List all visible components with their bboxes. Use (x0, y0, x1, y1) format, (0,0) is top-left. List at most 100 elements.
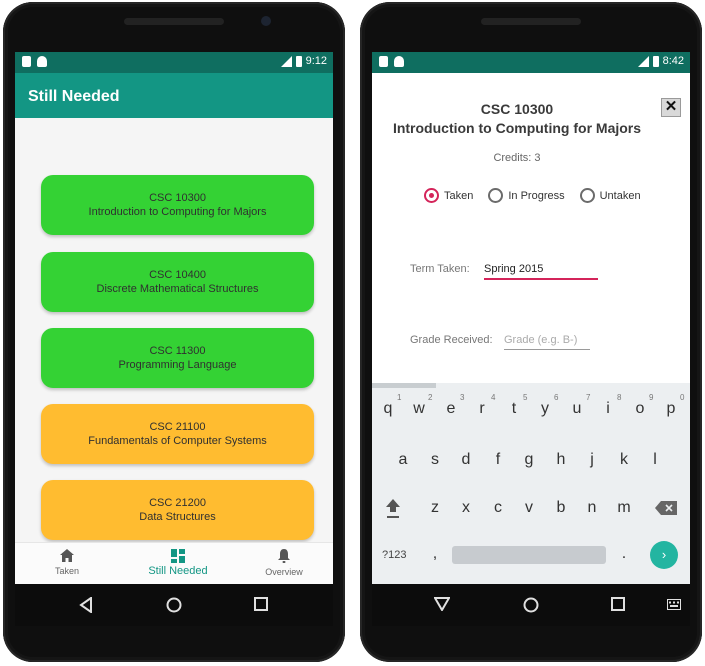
course-name: Discrete Mathematical Structures (96, 283, 259, 295)
key-c[interactable]: c (486, 499, 510, 517)
key-b[interactable]: b (549, 499, 573, 517)
key-i[interactable]: i (596, 400, 620, 418)
radio-unchecked-icon (488, 188, 504, 203)
hide-keyboard-icon[interactable] (434, 597, 450, 611)
key-period[interactable]: . (612, 545, 636, 563)
recents-icon[interactable] (254, 597, 268, 611)
key-w[interactable]: w (407, 400, 431, 418)
radio-untaken[interactable]: Untaken (579, 188, 641, 203)
nav-still-needed[interactable]: Still Needed (138, 549, 218, 577)
course-name: Fundamentals of Computer Systems (88, 435, 267, 447)
backspace-icon[interactable] (655, 501, 677, 515)
course-name: Programming Language (118, 359, 237, 371)
recents-icon[interactable] (611, 597, 625, 611)
radio-in-progress[interactable]: In Progress (488, 188, 565, 203)
status-bar: 9:12 (15, 52, 333, 73)
radio-in-progress-label: In Progress (508, 189, 565, 202)
key-v[interactable]: v (517, 499, 541, 517)
status-bar: 8:42 (372, 52, 690, 73)
dialog-course-code: CSC 10300 (480, 101, 554, 117)
grade-received-label: Grade Received: (410, 334, 493, 346)
key-comma[interactable]: , (423, 545, 447, 563)
app-bar: Still Needed (15, 73, 333, 118)
nav-taken[interactable]: Taken (27, 549, 107, 576)
key-y[interactable]: y (533, 400, 557, 418)
course-code: CSC 10300 (149, 192, 206, 204)
nav-taken-label: Taken (54, 566, 80, 576)
symbols-key[interactable]: ?123 (382, 549, 406, 561)
course-code: CSC 21200 (149, 497, 206, 509)
course-card-csc21200[interactable]: CSC 21200 Data Structures (41, 480, 314, 540)
radio-untaken-label: Untaken (599, 189, 641, 202)
key-u[interactable]: u (565, 400, 589, 418)
key-m[interactable]: m (612, 499, 636, 517)
key-k[interactable]: k (612, 451, 636, 469)
key-r[interactable]: r (470, 400, 494, 418)
dialog-credits: Credits: 3 (493, 152, 541, 164)
course-code: CSC 21100 (149, 421, 206, 433)
key-s[interactable]: s (423, 451, 447, 469)
radio-unchecked-icon (579, 188, 595, 203)
android-icon (37, 56, 47, 67)
back-icon[interactable] (79, 597, 93, 613)
key-z[interactable]: z (423, 499, 447, 517)
space-bar[interactable] (452, 546, 606, 564)
close-button[interactable]: ✕ (661, 98, 681, 117)
battery-icon (652, 55, 659, 67)
system-navigation-bar (372, 584, 690, 626)
radio-taken-label: Taken (444, 189, 474, 202)
course-detail-dialog: ✕ CSC 10300 Introduction to Computing fo… (372, 73, 690, 383)
key-e[interactable]: e (439, 400, 463, 418)
nav-overview-label: Overview (265, 567, 303, 577)
grade-input[interactable]: Grade (e.g. B-) (504, 334, 590, 350)
course-card-csc11300[interactable]: CSC 11300 Programming Language (41, 328, 314, 388)
course-code: CSC 11300 (149, 345, 206, 357)
keyboard-suggestion-strip (372, 383, 436, 388)
key-d[interactable]: d (454, 451, 478, 469)
term-taken-label: Term Taken: (410, 263, 470, 275)
soft-keyboard: 1 2 3 4 5 6 7 8 9 0 q w e r t y u i o p … (372, 383, 690, 584)
key-q[interactable]: q (376, 400, 400, 418)
sd-card-icon (379, 56, 388, 67)
key-x[interactable]: x (454, 499, 478, 517)
status-time: 9:12 (305, 55, 327, 67)
course-card-csc21100[interactable]: CSC 21100 Fundamentals of Computer Syste… (41, 404, 314, 464)
key-g[interactable]: g (517, 451, 541, 469)
key-h[interactable]: h (549, 451, 573, 469)
bottom-navigation: Taken Still Needed Overview (15, 542, 333, 584)
course-card-csc10400[interactable]: CSC 10400 Discrete Mathematical Structur… (41, 252, 314, 312)
key-a[interactable]: a (391, 451, 415, 469)
key-t[interactable]: t (502, 400, 526, 418)
radio-taken[interactable]: Taken (424, 188, 473, 203)
keyboard-switcher-icon[interactable] (667, 599, 681, 610)
left-phone: 9:12 Still Needed CSC 10300 Introduction… (3, 2, 345, 662)
status-radio-group: Taken In Progress Untaken (424, 188, 656, 203)
key-l[interactable]: l (643, 451, 667, 469)
key-n[interactable]: n (580, 499, 604, 517)
key-o[interactable]: o (628, 400, 652, 418)
signal-icon (637, 55, 649, 67)
right-phone: 8:42 ✕ CSC 10300 Introduction to Computi… (360, 2, 702, 662)
course-card-csc10300[interactable]: CSC 10300 Introduction to Computing for … (41, 175, 314, 235)
key-j[interactable]: j (580, 451, 604, 469)
android-icon (394, 56, 404, 67)
home-button-icon[interactable] (523, 597, 539, 613)
signal-icon (280, 55, 292, 67)
system-navigation-bar (15, 584, 333, 626)
course-code: CSC 10400 (149, 269, 206, 281)
page-title: Still Needed (28, 88, 120, 105)
home-icon (60, 549, 74, 562)
course-name: Data Structures (139, 511, 216, 523)
shift-icon[interactable] (384, 497, 402, 519)
radio-checked-icon (424, 188, 439, 203)
still-needed-screen: 9:12 Still Needed CSC 10300 Introduction… (15, 52, 333, 584)
front-camera (261, 16, 271, 26)
key-f[interactable]: f (486, 451, 510, 469)
home-button-icon[interactable] (166, 597, 182, 613)
key-p[interactable]: p (659, 400, 683, 418)
bell-icon (278, 549, 290, 563)
course-name: Introduction to Computing for Majors (88, 206, 267, 218)
nav-overview[interactable]: Overview (244, 549, 324, 577)
enter-key[interactable]: › (650, 541, 678, 569)
term-taken-input[interactable]: Spring 2015 (484, 263, 598, 280)
